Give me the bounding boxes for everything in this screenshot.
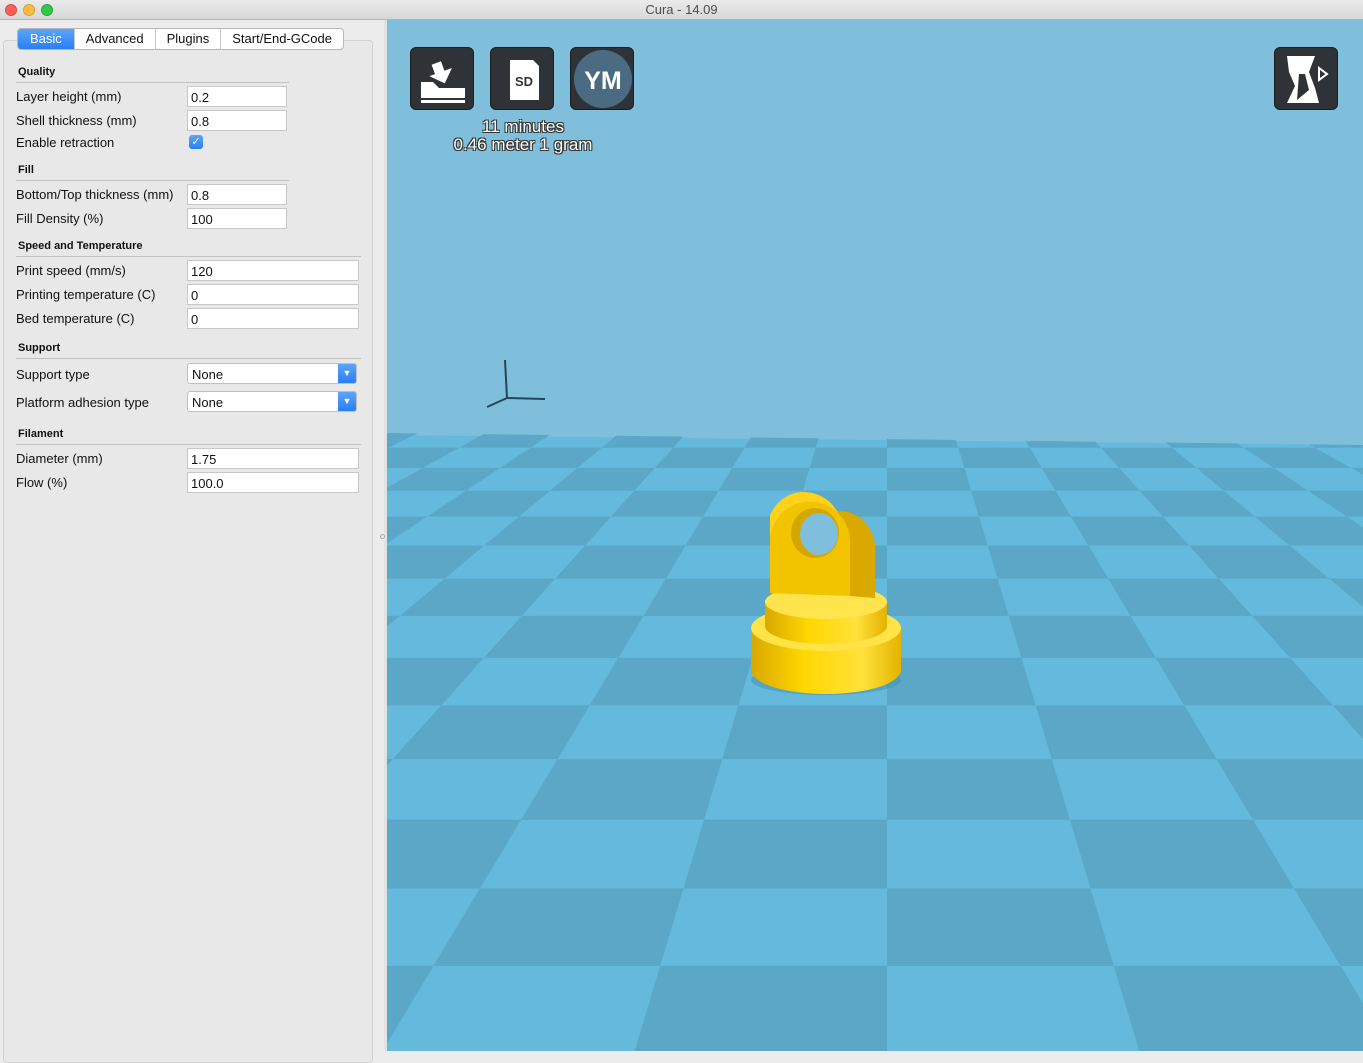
floor-tile (971, 490, 1071, 517)
title-bar: Cura - 14.09 (0, 0, 1363, 20)
sd-card-icon: SD (510, 60, 539, 100)
section-header-filament: Filament (18, 428, 64, 440)
bottom-top-thickness-label: Bottom/Top thickness (mm) (16, 187, 174, 202)
section-header-speed-temperature: Speed and Temperature (18, 240, 143, 252)
section-divider (16, 444, 361, 445)
chevron-down-icon: ▼ (338, 364, 356, 383)
build-plate-floor (387, 20, 1363, 1051)
tab-advanced[interactable]: Advanced (73, 29, 155, 49)
printing-temperature-label: Printing temperature (C) (16, 287, 156, 302)
section-divider (16, 256, 361, 257)
bed-temperature-input[interactable]: 0 (187, 308, 359, 329)
view-mode-icon (1287, 56, 1329, 103)
floor-tile (887, 888, 1114, 966)
support-type-select[interactable]: None ▼ (187, 363, 357, 384)
platform-adhesion-label: Platform adhesion type (16, 395, 149, 410)
3d-scene[interactable] (387, 20, 1363, 1051)
load-model-button[interactable] (410, 47, 474, 110)
diameter-label: Diameter (mm) (16, 451, 103, 466)
model-hole-through (800, 513, 838, 555)
section-divider (16, 358, 361, 359)
tab-basic[interactable]: Basic (18, 29, 74, 49)
bottom-top-thickness-input[interactable]: 0.8 (187, 184, 287, 205)
x-axis-line (506, 397, 546, 400)
floor-tile (634, 965, 887, 1051)
fill-density-input[interactable]: 100 (187, 208, 287, 229)
print-speed-label: Print speed (mm/s) (16, 263, 126, 278)
print-speed-input[interactable]: 120 (187, 260, 359, 281)
ym-label: YM (584, 67, 622, 95)
floor-tile (722, 705, 887, 760)
layer-height-input[interactable]: 0.2 (187, 86, 287, 107)
print-time-text: 11 minutes (482, 117, 564, 136)
floor-tile (987, 545, 1109, 579)
section-divider (16, 82, 289, 83)
floor-tile (887, 578, 1009, 616)
platform-adhesion-select[interactable]: None ▼ (187, 391, 357, 412)
shell-thickness-input[interactable]: 0.8 (187, 110, 287, 131)
floor-tile (1113, 965, 1363, 1051)
chevron-down-icon: ▼ (338, 392, 356, 411)
settings-tabs: Basic Advanced Plugins Start/End-GCode (17, 28, 344, 50)
section-header-support: Support (18, 342, 61, 354)
floor-tile (1008, 615, 1156, 658)
floor-tile (589, 657, 753, 706)
splitter-handle[interactable] (380, 534, 385, 539)
diameter-input[interactable]: 1.75 (187, 448, 359, 469)
floor-tile (887, 759, 1070, 820)
view-mode-button[interactable] (1274, 47, 1338, 110)
enable-retraction-label: Enable retraction (16, 135, 115, 150)
3d-viewport[interactable]: SD YM 11 minutes 0.46 meter 1 gram (387, 20, 1363, 1051)
floor-tile (809, 447, 887, 468)
support-type-label: Support type (16, 367, 90, 382)
material-usage-text: 0.46 meter 1 gram (453, 135, 593, 154)
platform-adhesion-value: None (192, 395, 224, 410)
fill-density-label: Fill Density (%) (16, 211, 104, 226)
floor-tile (887, 516, 988, 546)
floor-tile (718, 467, 810, 491)
youmagine-icon: YM (574, 50, 632, 108)
window-title: Cura - 14.09 (645, 2, 718, 17)
bed-temperature-label: Bed temperature (C) (16, 311, 135, 326)
support-type-value: None (192, 367, 224, 382)
printing-temperature-input[interactable]: 0 (187, 284, 359, 305)
section-header-quality: Quality (18, 66, 56, 78)
floor-tile (887, 467, 972, 491)
floor-tile (887, 657, 1036, 706)
save-to-sd-button[interactable]: SD (490, 47, 554, 110)
floor-tile (958, 447, 1042, 468)
floor-tile (643, 578, 777, 616)
layer-height-label: Layer height (mm) (16, 89, 122, 104)
sd-label: SD (515, 74, 533, 89)
tab-plugins[interactable]: Plugins (154, 29, 221, 49)
settings-panel: Basic Advanced Plugins Start/End-GCode Q… (0, 20, 384, 1063)
enable-retraction-checkbox[interactable]: ✓ (189, 135, 203, 149)
section-header-fill: Fill (18, 164, 34, 176)
floor-tile (683, 819, 887, 889)
section-divider (16, 180, 289, 181)
shell-thickness-label: Shell thickness (mm) (16, 113, 137, 128)
tab-start-end-gcode[interactable]: Start/End-GCode (220, 29, 343, 49)
load-model-icon (421, 61, 465, 103)
flow-input[interactable]: 100.0 (187, 472, 359, 493)
youmagine-button[interactable]: YM (570, 47, 634, 110)
flow-label: Flow (%) (16, 475, 68, 490)
